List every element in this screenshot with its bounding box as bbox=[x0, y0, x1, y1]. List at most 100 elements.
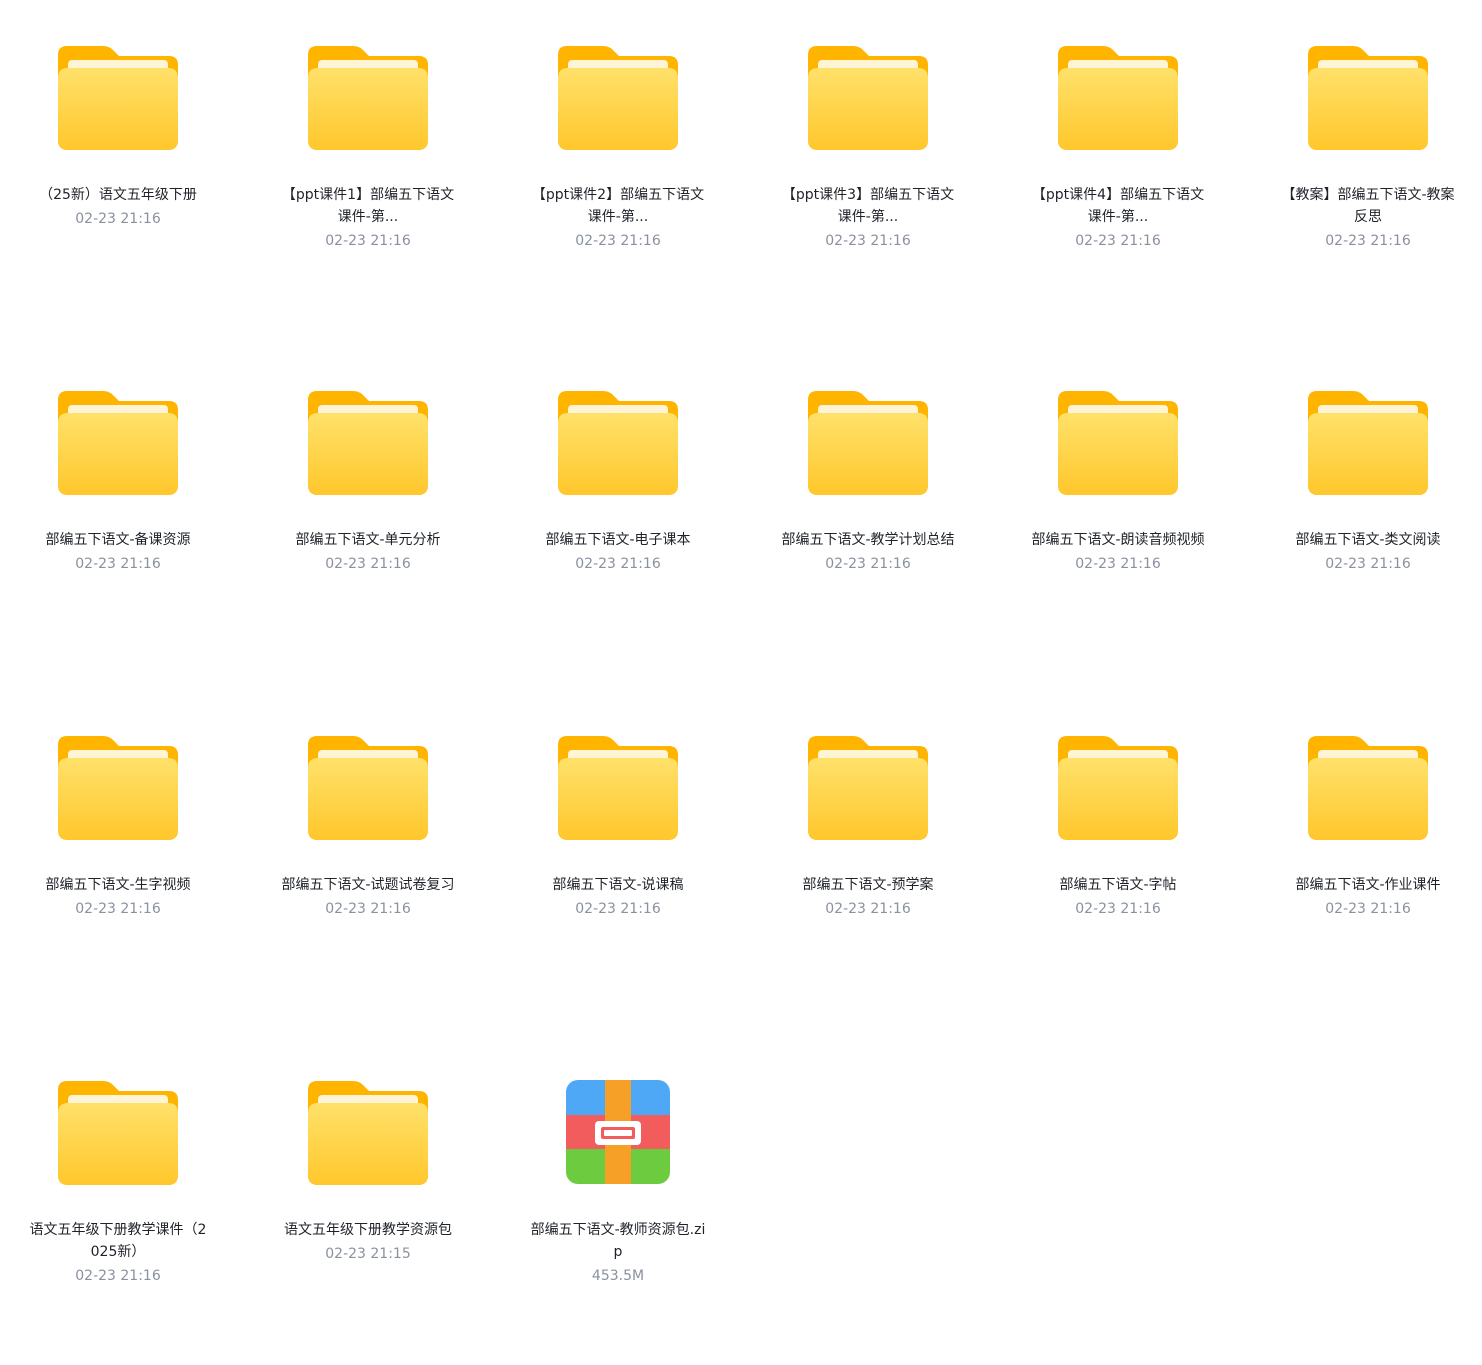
folder-icon bbox=[57, 389, 179, 497]
folder-item[interactable]: 部编五下语文-教学计划总结 02-23 21:16 bbox=[750, 345, 1000, 675]
item-name: 【ppt课件1】部编五下语文课件-第... 02-23 21:16 bbox=[278, 184, 458, 253]
file-item[interactable]: 部编五下语文-教师资源包.zip 453.5M bbox=[500, 1035, 750, 1365]
item-name-text: 部编五下语文-类文阅读 bbox=[1295, 532, 1441, 548]
item-name: 【教案】部编五下语文-教案反思 02-23 21:16 bbox=[1278, 184, 1458, 253]
folder-icon bbox=[57, 44, 179, 152]
folder-icon bbox=[807, 734, 929, 842]
folder-item[interactable]: 【ppt课件2】部编五下语文课件-第... 02-23 21:16 bbox=[500, 0, 750, 330]
item-name-text: 部编五下语文-预学案 bbox=[802, 877, 934, 893]
folder-item[interactable]: 【教案】部编五下语文-教案反思 02-23 21:16 bbox=[1250, 0, 1482, 330]
folder-icon bbox=[557, 734, 679, 842]
folder-item[interactable]: 【ppt课件1】部编五下语文课件-第... 02-23 21:16 bbox=[250, 0, 500, 330]
item-modified-time: 02-23 21:16 bbox=[1325, 556, 1411, 572]
item-name: 部编五下语文-单元分析 02-23 21:16 bbox=[278, 529, 458, 576]
folder-item[interactable]: 【ppt课件4】部编五下语文课件-第... 02-23 21:16 bbox=[1000, 0, 1250, 330]
item-name: 语文五年级下册教学资源包 02-23 21:15 bbox=[278, 1219, 458, 1266]
item-name: 部编五下语文-教师资源包.zip 453.5M bbox=[528, 1219, 708, 1288]
item-name-text: 语文五年级下册教学课件（2025新） bbox=[29, 1222, 207, 1260]
item-modified-time: 02-23 21:16 bbox=[1325, 233, 1411, 249]
folder-item[interactable]: 部编五下语文-类文阅读 02-23 21:16 bbox=[1250, 345, 1482, 675]
folder-icon bbox=[1057, 734, 1179, 842]
folder-icon bbox=[57, 1079, 179, 1187]
item-modified-time: 02-23 21:16 bbox=[575, 901, 661, 917]
zip-archive-icon bbox=[557, 1079, 679, 1187]
item-name-text: 【ppt课件2】部编五下语文课件-第... bbox=[531, 187, 705, 225]
folder-item[interactable]: 部编五下语文-生字视频 02-23 21:16 bbox=[0, 690, 250, 1020]
folder-icon bbox=[307, 1079, 429, 1187]
item-name-text: 【ppt课件4】部编五下语文课件-第... bbox=[1031, 187, 1205, 225]
item-name-text: 部编五下语文-字帖 bbox=[1059, 877, 1177, 893]
item-name: 【ppt课件4】部编五下语文课件-第... 02-23 21:16 bbox=[1028, 184, 1208, 253]
item-name: 部编五下语文-预学案 02-23 21:16 bbox=[778, 874, 958, 921]
item-name-text: 部编五下语文-教学计划总结 bbox=[781, 532, 955, 548]
item-modified-time: 02-23 21:16 bbox=[75, 211, 161, 227]
item-modified-time: 02-23 21:16 bbox=[75, 1268, 161, 1284]
folder-icon bbox=[57, 734, 179, 842]
item-name: （25新）语文五年级下册 02-23 21:16 bbox=[28, 184, 208, 231]
folder-icon bbox=[307, 734, 429, 842]
folder-item[interactable]: 部编五下语文-说课稿 02-23 21:16 bbox=[500, 690, 750, 1020]
folder-icon bbox=[1307, 389, 1429, 497]
item-modified-time: 02-23 21:15 bbox=[325, 1246, 411, 1262]
item-name-text: 部编五下语文-生字视频 bbox=[45, 877, 191, 893]
item-modified-time: 02-23 21:16 bbox=[325, 233, 411, 249]
item-modified-time: 02-23 21:16 bbox=[825, 901, 911, 917]
folder-icon bbox=[1307, 44, 1429, 152]
folder-icon bbox=[807, 44, 929, 152]
folder-item[interactable]: （25新）语文五年级下册 02-23 21:16 bbox=[0, 0, 250, 330]
item-name-text: 语文五年级下册教学资源包 bbox=[284, 1222, 452, 1238]
folder-icon bbox=[1057, 389, 1179, 497]
folder-icon bbox=[307, 44, 429, 152]
item-name: 【ppt课件2】部编五下语文课件-第... 02-23 21:16 bbox=[528, 184, 708, 253]
item-modified-time: 02-23 21:16 bbox=[825, 556, 911, 572]
folder-item[interactable]: 部编五下语文-备课资源 02-23 21:16 bbox=[0, 345, 250, 675]
item-modified-time: 02-23 21:16 bbox=[1075, 556, 1161, 572]
folder-item[interactable]: 部编五下语文-电子课本 02-23 21:16 bbox=[500, 345, 750, 675]
folder-item[interactable]: 【ppt课件3】部编五下语文课件-第... 02-23 21:16 bbox=[750, 0, 1000, 330]
item-name-text: 【ppt课件1】部编五下语文课件-第... bbox=[281, 187, 455, 225]
item-name: 部编五下语文-教学计划总结 02-23 21:16 bbox=[778, 529, 958, 576]
folder-item[interactable]: 部编五下语文-作业课件 02-23 21:16 bbox=[1250, 690, 1482, 1020]
folder-item[interactable]: 部编五下语文-预学案 02-23 21:16 bbox=[750, 690, 1000, 1020]
item-name-text: （25新）语文五年级下册 bbox=[39, 187, 197, 203]
item-name: 部编五下语文-作业课件 02-23 21:16 bbox=[1278, 874, 1458, 921]
item-name: 语文五年级下册教学课件（2025新） 02-23 21:16 bbox=[28, 1219, 208, 1288]
folder-icon bbox=[557, 44, 679, 152]
item-name-text: 部编五下语文-备课资源 bbox=[45, 532, 191, 548]
folder-item[interactable]: 部编五下语文-朗读音频视频 02-23 21:16 bbox=[1000, 345, 1250, 675]
item-name: 部编五下语文-朗读音频视频 02-23 21:16 bbox=[1028, 529, 1208, 576]
item-modified-time: 02-23 21:16 bbox=[825, 233, 911, 249]
item-modified-time: 02-23 21:16 bbox=[1075, 901, 1161, 917]
item-name: 部编五下语文-试题试卷复习 02-23 21:16 bbox=[278, 874, 458, 921]
item-name: 部编五下语文-说课稿 02-23 21:16 bbox=[528, 874, 708, 921]
item-name-text: 部编五下语文-电子课本 bbox=[545, 532, 691, 548]
item-name-text: 部编五下语文-作业课件 bbox=[1295, 877, 1441, 893]
item-name: 部编五下语文-字帖 02-23 21:16 bbox=[1028, 874, 1208, 921]
file-grid: （25新）语文五年级下册 02-23 21:16 【ppt课件1】部编五下语文课件-… bbox=[0, 0, 1482, 1309]
item-name: 【ppt课件3】部编五下语文课件-第... 02-23 21:16 bbox=[778, 184, 958, 253]
item-modified-time: 02-23 21:16 bbox=[575, 556, 661, 572]
item-name-text: 部编五下语文-朗读音频视频 bbox=[1031, 532, 1205, 548]
item-modified-time: 02-23 21:16 bbox=[1325, 901, 1411, 917]
item-name-text: 部编五下语文-说课稿 bbox=[552, 877, 684, 893]
folder-item[interactable]: 部编五下语文-字帖 02-23 21:16 bbox=[1000, 690, 1250, 1020]
item-modified-time: 02-23 21:16 bbox=[75, 556, 161, 572]
item-name: 部编五下语文-类文阅读 02-23 21:16 bbox=[1278, 529, 1458, 576]
folder-icon bbox=[557, 389, 679, 497]
folder-item[interactable]: 部编五下语文-试题试卷复习 02-23 21:16 bbox=[250, 690, 500, 1020]
item-modified-time: 02-23 21:16 bbox=[1075, 233, 1161, 249]
folder-icon bbox=[807, 389, 929, 497]
folder-icon bbox=[1307, 734, 1429, 842]
item-size: 453.5M bbox=[591, 1268, 645, 1284]
item-modified-time: 02-23 21:16 bbox=[325, 901, 411, 917]
item-name: 部编五下语文-备课资源 02-23 21:16 bbox=[28, 529, 208, 576]
item-name-text: 部编五下语文-单元分析 bbox=[295, 532, 441, 548]
item-name-text: 部编五下语文-教师资源包.zip bbox=[530, 1222, 706, 1260]
folder-item[interactable]: 语文五年级下册教学资源包 02-23 21:15 bbox=[250, 1035, 500, 1365]
folder-item[interactable]: 语文五年级下册教学课件（2025新） 02-23 21:16 bbox=[0, 1035, 250, 1365]
item-modified-time: 02-23 21:16 bbox=[325, 556, 411, 572]
item-modified-time: 02-23 21:16 bbox=[75, 901, 161, 917]
folder-item[interactable]: 部编五下语文-单元分析 02-23 21:16 bbox=[250, 345, 500, 675]
item-name: 部编五下语文-生字视频 02-23 21:16 bbox=[28, 874, 208, 921]
folder-icon bbox=[307, 389, 429, 497]
